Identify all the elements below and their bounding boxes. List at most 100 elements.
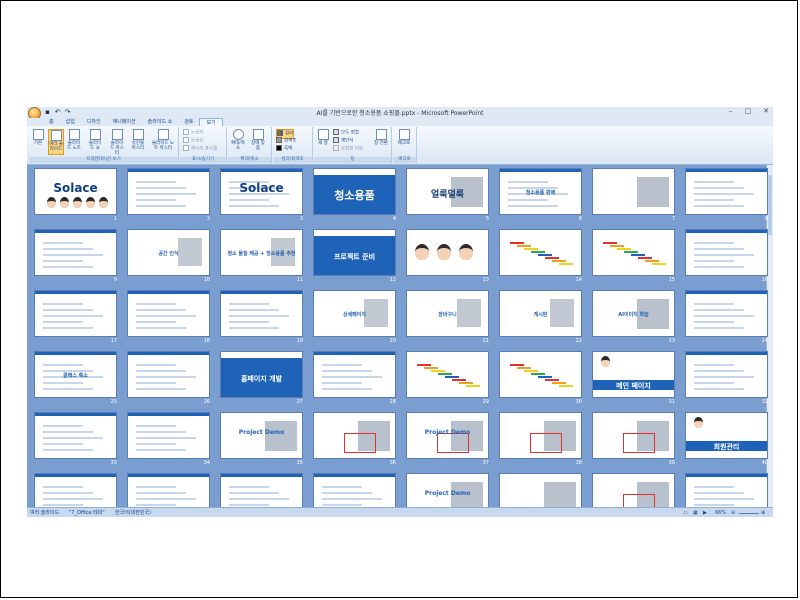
slide-thumbnail[interactable] [34, 290, 117, 337]
fit-to-window-button[interactable]: 창에 맞춤 [250, 129, 266, 155]
slide-thumbnail[interactable] [685, 168, 768, 215]
text-line [43, 504, 83, 506]
notes-master-button[interactable]: 슬라이드 노트 마스터 [151, 129, 175, 155]
scroll-thumb[interactable] [768, 175, 772, 235]
slide-thumbnail[interactable] [127, 168, 210, 215]
slide-thumbnail[interactable] [34, 229, 117, 276]
slide-thumbnail[interactable] [685, 290, 768, 337]
slide-thumbnail[interactable]: Project Demo [406, 412, 489, 459]
tab-insert[interactable]: 삽입 [60, 118, 81, 126]
notes-page-button[interactable]: 슬라이드 노트 [66, 129, 82, 155]
slide-thumbnail[interactable] [685, 473, 768, 507]
slide-top-band [314, 230, 395, 236]
slide-thumbnail[interactable] [592, 412, 675, 459]
slide-thumbnail[interactable] [34, 412, 117, 459]
slide-thumbnail[interactable] [499, 351, 582, 398]
slide-thumbnail[interactable]: 얼룩덜룩 [406, 168, 489, 215]
normal-view-button[interactable]: 기본 [30, 129, 46, 155]
tab-animations[interactable]: 애니메이션 [107, 118, 142, 126]
slideshow-status-icon[interactable]: ▶ [703, 508, 707, 517]
slide-thumbnail[interactable]: 청소용품 [313, 168, 396, 215]
slide-thumbnail[interactable] [685, 229, 768, 276]
slide-number: 23 [668, 338, 675, 344]
slide-thumbnail[interactable]: 홈페이지 개발 [220, 351, 303, 398]
slide-thumbnail[interactable] [406, 229, 489, 276]
macros-button[interactable]: 매크로 [396, 129, 412, 155]
gantt-bar [624, 251, 638, 253]
close-button[interactable]: ✕ [763, 107, 769, 115]
slide-thumbnail[interactable]: 회원관리 [685, 412, 768, 459]
slide-top-band [128, 474, 209, 477]
slide-thumbnail[interactable]: 클래스 축소 [34, 351, 117, 398]
slide-thumbnail[interactable]: 장바구니 [406, 290, 489, 337]
slide-thumbnail[interactable]: Project Demo [220, 412, 303, 459]
text-line [322, 370, 372, 372]
gantt-bar [466, 385, 480, 387]
slide-number: 10 [203, 277, 210, 283]
zoom-button[interactable]: 확대/축소 [230, 129, 246, 155]
slide-thumbnail[interactable] [592, 229, 675, 276]
slide-thumbnail[interactable] [220, 473, 303, 507]
handout-master-button[interactable]: 유인물 마스터 [130, 129, 146, 155]
cascade-button[interactable]: 계단식 [333, 137, 353, 145]
slide-thumbnail[interactable] [685, 351, 768, 398]
move-split-button[interactable]: 분할창 이동 [333, 145, 363, 153]
slide-master-button[interactable]: 슬라이드 마스터 [109, 129, 125, 156]
slide-thumbnail[interactable]: 게시판 [499, 290, 582, 337]
tab-home[interactable]: 홈 [43, 118, 60, 126]
slide-thumbnail[interactable] [499, 229, 582, 276]
slide-thumbnail[interactable]: 공간 인식 [127, 229, 210, 276]
slide-thumbnail[interactable] [34, 473, 117, 507]
slide-thumbnail[interactable] [127, 351, 210, 398]
slide-thumbnail[interactable]: 청소 물질 제공 + 청소용품 추천 [220, 229, 303, 276]
slide-number: 14 [575, 277, 582, 283]
slide-thumbnail[interactable] [313, 412, 396, 459]
slide-thumbnail[interactable]: 프로젝트 준비 [313, 229, 396, 276]
zoom-in-button[interactable]: ⊕ [761, 508, 765, 517]
slide-thumbnail[interactable]: AI이미지 학습 [592, 290, 675, 337]
gridlines-checkbox[interactable]: 눈금선 [183, 137, 203, 145]
tab-slideshow[interactable]: 슬라이드 쇼 [142, 118, 179, 126]
sorter-view-status-icon[interactable]: ▦ [693, 508, 698, 517]
slide-title: 얼룩덜룩 [430, 190, 465, 200]
slide-top-band [314, 474, 395, 477]
tab-review[interactable]: 검토 [178, 118, 199, 126]
slide-thumbnail[interactable]: Project Demo [406, 473, 489, 507]
ruler-checkbox[interactable]: 눈금자 [183, 129, 203, 137]
new-window-button[interactable]: 새 창 [315, 129, 331, 155]
slide-thumbnail[interactable]: 상세페이지 [313, 290, 396, 337]
slide-thumbnail[interactable] [499, 412, 582, 459]
slide-thumbnail[interactable] [127, 412, 210, 459]
slide-sorter-pane[interactable]: Solace 1 2 Solace 3 청소용품 4 얼룩덜룩 5 청소용품 판매 6 7 8 9 공간 인… [27, 165, 773, 507]
slide-thumbnail[interactable] [313, 473, 396, 507]
slide-thumbnail[interactable] [313, 351, 396, 398]
slide-thumbnail[interactable] [592, 473, 675, 507]
switch-windows-button[interactable]: 창 전환 [372, 129, 390, 155]
slide-number: 38 [575, 460, 582, 466]
arrange-all-button[interactable]: 모두 정렬 [333, 129, 359, 137]
message-bar-checkbox[interactable]: 메시지 표시줄 [183, 145, 217, 153]
slide-thumbnail[interactable] [406, 351, 489, 398]
slide-thumbnail[interactable] [127, 473, 210, 507]
slide-thumbnail[interactable]: 메인 페이지 [592, 351, 675, 398]
black-white-option[interactable]: 흑백 [276, 145, 292, 153]
zoom-slider[interactable] [739, 513, 759, 514]
slide-thumbnail[interactable] [127, 290, 210, 337]
slide-number: 22 [575, 338, 582, 344]
slide-thumbnail[interactable] [499, 473, 582, 507]
slide-sorter-button[interactable]: 여러 슬라이드 [48, 129, 64, 155]
minimize-button[interactable]: – [729, 107, 733, 115]
slide-thumbnail[interactable]: Solace [220, 168, 303, 215]
text-line [229, 327, 279, 329]
slide-thumbnail[interactable] [220, 290, 303, 337]
grayscale-option[interactable]: 회색조 [276, 137, 296, 145]
zoom-out-button[interactable]: ⊖ [731, 508, 735, 517]
slide-thumbnail[interactable]: Solace [34, 168, 117, 215]
slide-number: 19 [296, 338, 303, 344]
tab-design[interactable]: 디자인 [81, 118, 107, 126]
slide-thumbnail[interactable]: 청소용품 판매 [499, 168, 582, 215]
normal-view-status-icon[interactable]: ▭ [683, 508, 688, 517]
slide-show-button[interactable]: 슬라이드 쇼 [87, 129, 103, 155]
slide-thumbnail[interactable] [592, 168, 675, 215]
maximize-button[interactable]: □ [745, 107, 752, 115]
